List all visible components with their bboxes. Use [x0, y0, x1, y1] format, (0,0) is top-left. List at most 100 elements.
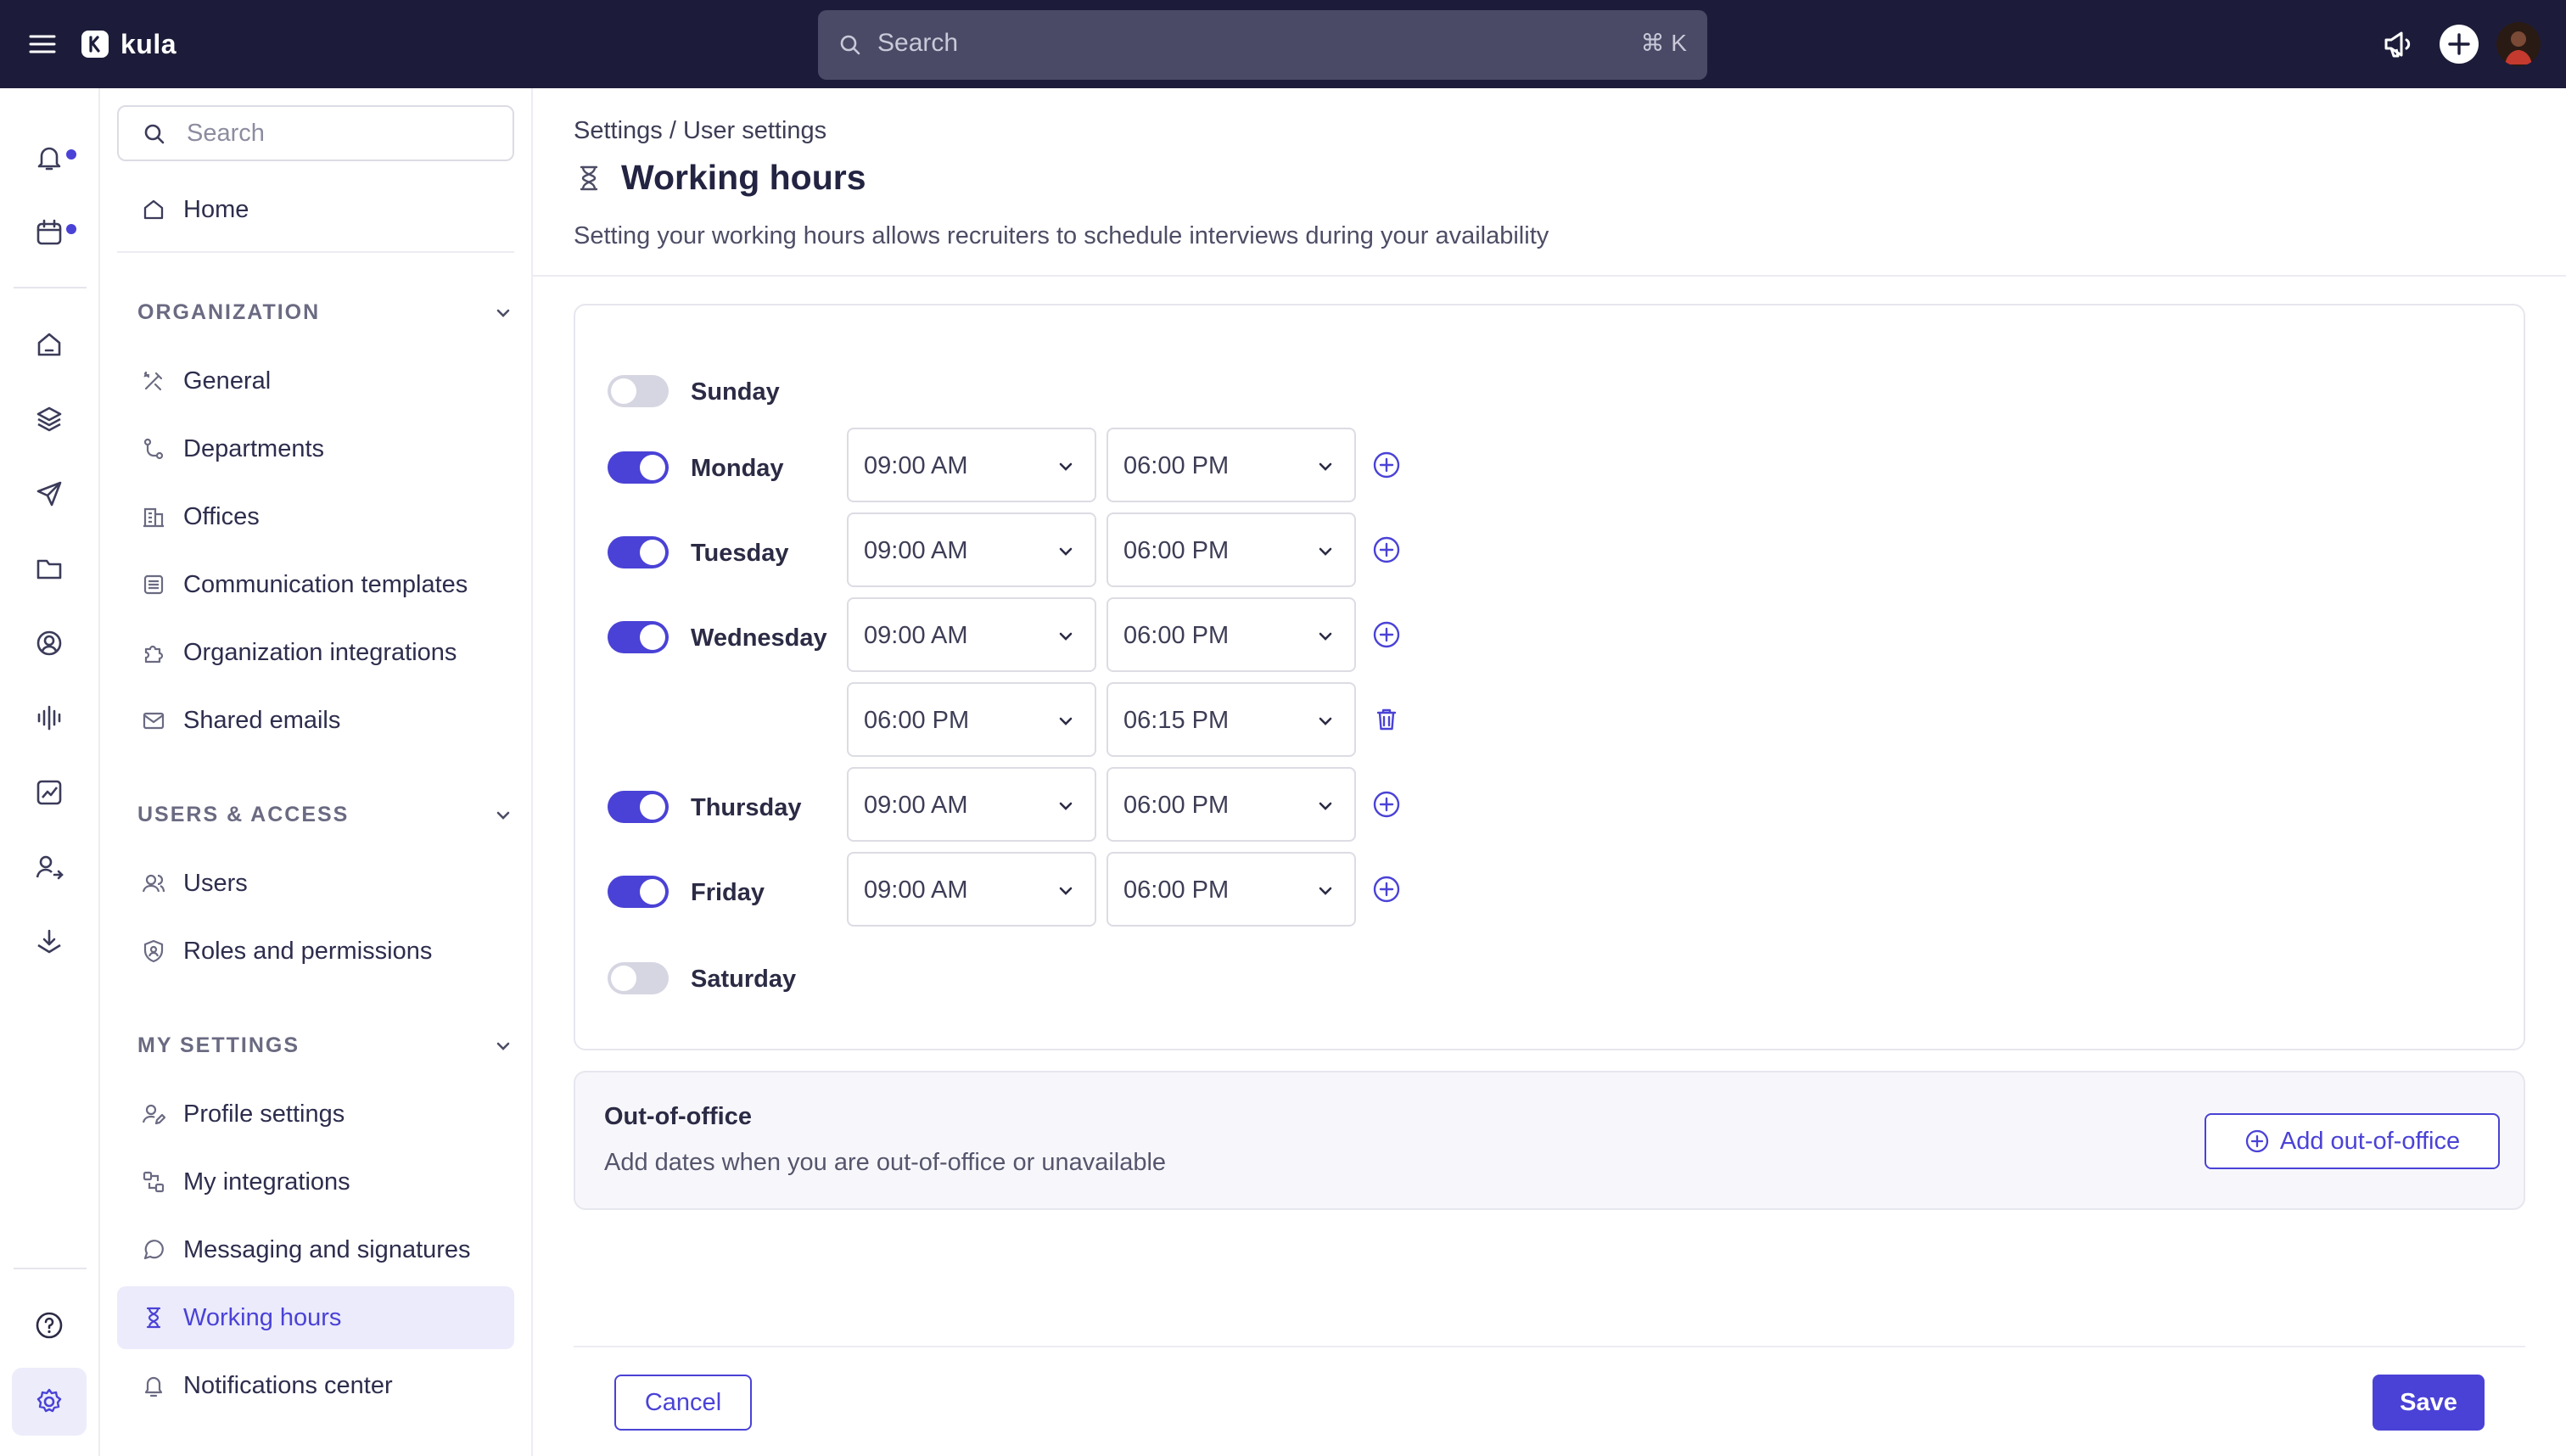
app-name: kula — [120, 28, 177, 59]
layers-icon[interactable] — [34, 404, 64, 434]
end-time-select[interactable]: 06:00 PM — [1107, 852, 1356, 927]
day-label: Thursday — [691, 794, 802, 821]
day-toggle[interactable] — [608, 375, 669, 407]
settings-rail-button[interactable] — [12, 1368, 87, 1436]
sidebar-search-input[interactable] — [187, 117, 501, 149]
bell-icon[interactable] — [34, 143, 64, 173]
section-header-my-settings[interactable]: MY SETTINGS — [137, 1033, 514, 1058]
sidebar-search[interactable] — [117, 105, 514, 161]
user-circle-icon[interactable] — [34, 628, 64, 658]
branch-icon — [141, 436, 166, 462]
sidebar-item-label: Users — [183, 869, 248, 897]
sidebar-item-offices[interactable]: Offices — [117, 485, 514, 548]
start-time-select[interactable]: 09:00 AM — [847, 767, 1096, 842]
add-out-of-office-button[interactable]: Add out-of-office — [2205, 1113, 2500, 1169]
section-title: MY SETTINGS — [137, 1033, 300, 1057]
menu-icon[interactable] — [25, 29, 59, 59]
start-time-select[interactable]: 09:00 AM — [847, 852, 1096, 927]
gear-icon — [34, 1386, 64, 1417]
add-slot-icon[interactable] — [1371, 874, 1402, 904]
end-time-select[interactable]: 06:15 PM — [1107, 682, 1356, 757]
folder-icon[interactable] — [34, 553, 64, 584]
home-icon[interactable] — [34, 329, 64, 360]
download-icon[interactable] — [34, 927, 64, 957]
sidebar-item-shared-emails[interactable]: Shared emails — [117, 689, 514, 752]
add-slot-icon[interactable] — [1371, 450, 1402, 480]
users-arrow-icon[interactable] — [34, 852, 64, 882]
page-title: Working hours — [621, 158, 866, 197]
start-time-select[interactable]: 09:00 AM — [847, 597, 1096, 672]
start-time-value: 09:00 AM — [864, 792, 968, 819]
add-icon[interactable] — [2439, 24, 2479, 64]
end-time-select[interactable]: 06:00 PM — [1107, 597, 1356, 672]
start-time-value: 09:00 AM — [864, 537, 968, 564]
kula-logo-icon — [81, 31, 109, 58]
sidebar-item-messaging-signatures[interactable]: Messaging and signatures — [117, 1218, 514, 1281]
end-time-select[interactable]: 06:00 PM — [1107, 767, 1356, 842]
day-label: Monday — [691, 455, 784, 482]
end-time-select[interactable]: 06:00 PM — [1107, 512, 1356, 587]
sidebar-item-label: Roles and permissions — [183, 937, 433, 965]
rail-divider — [14, 1268, 87, 1269]
add-out-of-office-label: Add out-of-office — [2279, 1127, 2461, 1155]
sidebar-item-home[interactable]: Home — [117, 178, 514, 241]
sidebar-item-label: General — [183, 367, 272, 395]
chevron-down-icon — [1315, 541, 1336, 562]
end-time-select[interactable]: 06:00 PM — [1107, 428, 1356, 502]
day-toggle[interactable] — [608, 791, 669, 823]
trash-icon[interactable] — [1371, 704, 1402, 735]
start-time-value: 09:00 AM — [864, 622, 968, 649]
save-button[interactable]: Save — [2373, 1375, 2485, 1431]
mail-icon — [141, 708, 166, 733]
help-icon[interactable] — [34, 1310, 64, 1341]
start-time-select[interactable]: 09:00 AM — [847, 428, 1096, 502]
sidebar-item-general[interactable]: General — [117, 350, 514, 412]
user-avatar[interactable] — [2496, 22, 2541, 66]
day-toggle[interactable] — [608, 962, 669, 994]
ooo-title: Out-of-office — [604, 1103, 752, 1130]
cancel-button[interactable]: Cancel — [614, 1375, 752, 1431]
sidebar-item-label: Profile settings — [183, 1100, 345, 1128]
sidebar-item-label: Organization integrations — [183, 638, 457, 666]
section-header-users-access[interactable]: USERS & ACCESS — [137, 803, 514, 827]
day-label: Friday — [691, 879, 765, 906]
sidebar-item-communication-templates[interactable]: Communication templates — [117, 553, 514, 616]
add-slot-icon[interactable] — [1371, 619, 1402, 650]
sidebar-item-departments[interactable]: Departments — [117, 417, 514, 480]
start-time-select[interactable]: 09:00 AM — [847, 512, 1096, 587]
announcement-icon[interactable] — [2379, 25, 2417, 63]
sidebar-item-users[interactable]: Users — [117, 852, 514, 915]
app-logo[interactable]: kula — [81, 27, 176, 61]
sidebar-item-label: Shared emails — [183, 706, 341, 734]
sidebar-item-notifications-center[interactable]: Notifications center — [117, 1354, 514, 1417]
chevron-down-icon — [1315, 881, 1336, 901]
global-search[interactable]: Search ⌘ K — [818, 10, 1707, 80]
day-toggle[interactable] — [608, 451, 669, 484]
search-icon — [838, 33, 862, 57]
sidebar-item-working-hours[interactable]: Working hours — [117, 1286, 514, 1349]
day-toggle[interactable] — [608, 536, 669, 568]
start-time-select[interactable]: 06:00 PM — [847, 682, 1096, 757]
day-toggle[interactable] — [608, 876, 669, 908]
sidebar-item-my-integrations[interactable]: My integrations — [117, 1151, 514, 1213]
add-slot-icon[interactable] — [1371, 535, 1402, 565]
calendar-icon[interactable] — [34, 217, 64, 248]
audio-wave-icon[interactable] — [34, 703, 64, 733]
add-slot-icon[interactable] — [1371, 789, 1402, 820]
send-icon[interactable] — [34, 479, 64, 509]
sidebar-item-organization-integrations[interactable]: Organization integrations — [117, 621, 514, 684]
search-shortcut: ⌘ K — [1640, 30, 1687, 56]
chevron-down-icon — [1056, 711, 1076, 731]
sidebar-item-profile-settings[interactable]: Profile settings — [117, 1083, 514, 1145]
day-toggle[interactable] — [608, 621, 669, 653]
sidebar-item-label: Offices — [183, 502, 260, 530]
sidebar-item-roles-permissions[interactable]: Roles and permissions — [117, 920, 514, 983]
end-time-value: 06:00 PM — [1123, 876, 1230, 904]
sidebar-item-label: Working hours — [183, 1303, 342, 1331]
plus-circle-icon — [2244, 1128, 2270, 1154]
chart-icon[interactable] — [34, 777, 64, 808]
working-hours-card — [574, 304, 2525, 1050]
section-header-organization[interactable]: ORGANIZATION — [137, 300, 514, 325]
day-label: Saturday — [691, 966, 797, 993]
hourglass-icon — [141, 1305, 166, 1330]
